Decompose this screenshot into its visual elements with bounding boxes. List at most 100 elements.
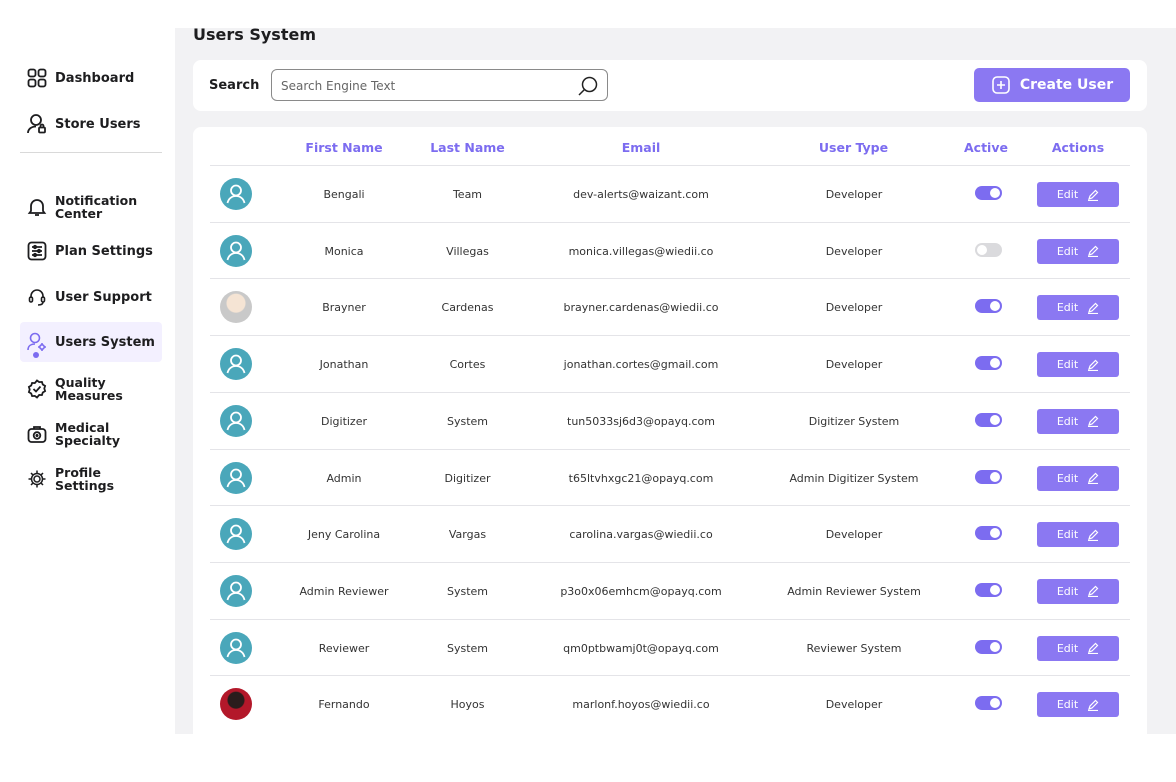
sidebar-item-label: User Support [55, 289, 152, 305]
pencil-icon [1088, 302, 1099, 314]
search-icon[interactable] [577, 75, 599, 97]
active-toggle[interactable] [975, 582, 1002, 597]
sidebar-item-dashboard[interactable]: Dashboard [20, 66, 162, 90]
edit-button[interactable]: Edit [1037, 635, 1119, 661]
edit-button[interactable]: Edit [1037, 408, 1119, 434]
cell-user-type: Developer [825, 528, 883, 542]
avatar [220, 461, 252, 494]
sidebar-item-label: Notification Center [55, 193, 138, 221]
check-badge-icon [25, 377, 49, 401]
cell-user-type: Developer [825, 698, 883, 712]
edit-label: Edit [1056, 358, 1079, 372]
avatar [220, 574, 252, 607]
pencil-icon [1088, 472, 1099, 484]
table-row: Reviewer System qm0ptbwamj0t@opayq.com Revi… [210, 618, 1130, 676]
cell-user-type: Reviewer System [806, 641, 902, 655]
active-toggle[interactable] [975, 469, 1002, 484]
sidebar-item-quality-measures[interactable]: Quality Measures [20, 375, 162, 403]
pencil-icon [1088, 359, 1099, 371]
sidebar-item-label: Medical Specialty [55, 420, 120, 448]
edit-button[interactable]: Edit [1037, 578, 1119, 604]
active-toggle[interactable] [975, 526, 1002, 541]
cell-user-type: Admin Reviewer System [787, 584, 921, 598]
cell-first-name: Reviewer [318, 641, 370, 655]
cell-last-name: Team [452, 188, 483, 201]
pencil-icon [1088, 529, 1099, 541]
cell-email: tun5033sj6d3@opayq.com [567, 414, 715, 428]
cell-first-name: Admin [326, 471, 362, 485]
cell-last-name: System [446, 641, 489, 655]
sidebar-item-users-system[interactable]: Users System [20, 322, 162, 362]
active-toggle[interactable] [975, 186, 1002, 200]
cell-first-name: Bengali [323, 188, 365, 201]
cell-first-name: Jonathan [319, 358, 369, 372]
sidebar-item-store-users[interactable]: Store Users [20, 112, 162, 136]
active-toggle[interactable] [975, 696, 1002, 711]
edit-label: Edit [1056, 584, 1079, 598]
edit-label: Edit [1056, 471, 1079, 485]
edit-button[interactable]: Edit [1037, 465, 1119, 491]
edit-label: Edit [1056, 641, 1079, 655]
headset-icon [25, 285, 49, 309]
avatar [220, 178, 252, 210]
avatar [220, 234, 252, 267]
edit-button[interactable]: Edit [1037, 522, 1119, 548]
table-row: Fernando Hoyos marlonf.hoyos@wiedii.co Deve… [210, 675, 1130, 732]
table-row: Jeny Carolina Vargas carolina.vargas@wiedi… [210, 505, 1130, 562]
create-user-label: Create User [1019, 77, 1114, 93]
sidebar-item-label: Profile Settings [55, 465, 115, 493]
cell-last-name: System [446, 414, 489, 428]
cell-user-type: Developer [825, 188, 883, 201]
cell-first-name: Admin Reviewer [299, 584, 389, 598]
medical-bag-icon [25, 422, 49, 446]
sidebar-item-medical-specialty[interactable]: Medical Specialty [20, 420, 162, 448]
header-first-name[interactable]: First Name [298, 140, 390, 155]
sidebar-item-profile-settings[interactable]: Profile Settings [20, 465, 162, 493]
search-box [271, 69, 608, 101]
active-toggle[interactable] [975, 412, 1002, 427]
active-toggle[interactable] [975, 299, 1002, 314]
header-last-name[interactable]: Last Name [425, 140, 510, 155]
edit-button[interactable]: Edit [1037, 295, 1119, 321]
plan-settings-icon [25, 239, 49, 263]
cell-last-name: Vargas [448, 528, 487, 542]
cell-email: carolina.vargas@wiedii.co [569, 528, 713, 542]
header-email[interactable]: Email [563, 140, 719, 155]
create-user-button[interactable]: Create User [974, 68, 1130, 102]
edit-button[interactable]: Edit [1037, 182, 1119, 207]
edit-button[interactable]: Edit [1037, 238, 1119, 264]
table-row: Digitizer System tun5033sj6d3@opayq.com Dig… [210, 391, 1130, 449]
cell-first-name: Fernando [318, 698, 370, 712]
pencil-icon [1088, 245, 1099, 258]
edit-label: Edit [1056, 528, 1079, 542]
table-row: Bengali Team dev-alerts@waizant.com Develop… [210, 165, 1130, 222]
bell-icon [25, 195, 49, 219]
cell-last-name: Hoyos [450, 698, 485, 712]
avatar [220, 631, 252, 664]
cell-last-name: Cardenas [441, 301, 494, 315]
active-toggle[interactable] [975, 356, 1002, 371]
edit-button[interactable]: Edit [1037, 692, 1119, 718]
search-input[interactable] [281, 76, 571, 96]
pencil-icon [1088, 415, 1099, 428]
sidebar-item-user-support[interactable]: User Support [20, 285, 162, 309]
cell-email: monica.villegas@wiedii.co [568, 244, 714, 258]
header-user-type[interactable]: User Type [791, 140, 916, 155]
sidebar-item-plan-settings[interactable]: Plan Settings [20, 239, 162, 263]
sidebar-item-notification-center[interactable]: Notification Center [20, 193, 162, 221]
table-row: Admin Digitizer t65ltvhxgc21@opayq.com Admi… [210, 448, 1130, 506]
cell-last-name: Villegas [446, 244, 489, 258]
cell-user-type: Developer [825, 244, 883, 258]
active-toggle[interactable] [975, 639, 1002, 654]
plus-square-icon [991, 75, 1011, 95]
table-row: Brayner Cardenas brayner.cardenas@wiedii.c… [210, 278, 1130, 335]
sidebar-item-label: Quality Measures [55, 375, 123, 403]
cell-email: qm0ptbwamj0t@opayq.com [563, 641, 719, 655]
search-label: Search [209, 78, 260, 93]
edit-button[interactable]: Edit [1037, 352, 1119, 378]
cell-user-type: Digitizer System [808, 414, 900, 428]
avatar [220, 518, 252, 551]
avatar [220, 291, 252, 324]
sidebar-item-label: Plan Settings [55, 243, 153, 259]
active-toggle[interactable] [975, 242, 1002, 257]
